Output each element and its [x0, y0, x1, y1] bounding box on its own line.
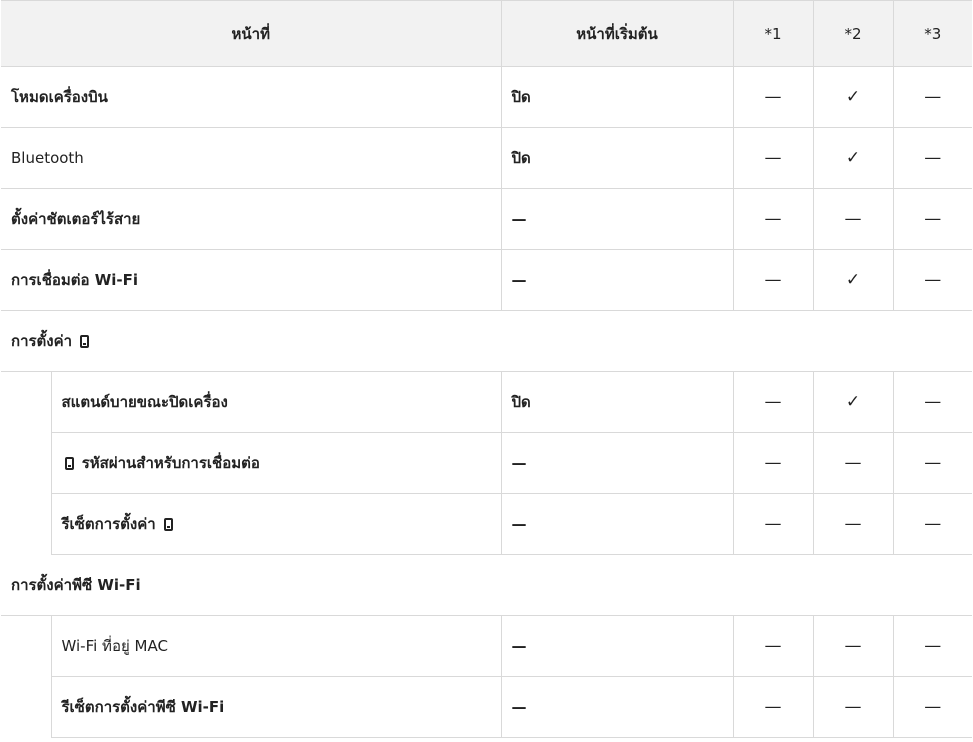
row-name: ตั้งค่าชัตเตอร์ไร้สาย — [1, 188, 502, 250]
table-row: การเชื่อมต่อ Wi-Fi — — ✓ — — [1, 249, 973, 311]
row-default: — — [500, 432, 734, 494]
row-c1: — — [732, 66, 814, 128]
section-title: การตั้งค่าพีซี Wi-Fi — [1, 554, 973, 616]
table-row: รีเซ็ตการตั้งค่าพีซี Wi-Fi — — — — — [1, 676, 973, 738]
row-default: — — [500, 188, 734, 250]
row-name: การเชื่อมต่อ Wi-Fi — [1, 249, 502, 311]
table-row: โหมดเครื่องบิน ปิด — ✓ — — [1, 66, 973, 128]
row-c3: — — [892, 188, 973, 250]
row-name: Bluetooth — [1, 127, 502, 189]
row-name: Wi-Fi ที่อยู่ MAC — [51, 615, 502, 677]
row-c2: ✓ — [812, 127, 894, 189]
row-c1: — — [732, 432, 814, 494]
row-c3: — — [892, 493, 973, 555]
row-c3: — — [892, 676, 973, 738]
section-title-text: การตั้งค่า — [11, 332, 73, 350]
row-c2: — — [812, 615, 894, 677]
header-function: หน้าที่ — [1, 0, 502, 67]
row-c2: — — [812, 676, 894, 738]
row-name-cell: รีเซ็ตการตั้งค่า — [51, 493, 502, 555]
header-default: หน้าที่เริ่มต้น — [500, 0, 734, 67]
row-c2: — — [812, 493, 894, 555]
table-row: Wi-Fi ที่อยู่ MAC — — — — — [1, 615, 973, 677]
indent-cell — [1, 676, 52, 738]
row-name: โหมดเครื่องบิน — [1, 66, 502, 128]
row-c1: — — [732, 127, 814, 189]
section-row: การตั้งค่าพีซี Wi-Fi — [1, 554, 973, 616]
indent-cell — [1, 432, 52, 494]
table-row: ตั้งค่าชัตเตอร์ไร้สาย — — — — — [1, 188, 973, 250]
row-c1: — — [732, 188, 814, 250]
row-c2: — — [812, 432, 894, 494]
row-name: รีเซ็ตการตั้งค่า — [61, 515, 156, 533]
row-default: — — [500, 493, 734, 555]
section-row: การตั้งค่า — [1, 310, 973, 372]
row-c1: — — [732, 371, 814, 433]
row-default: — — [500, 676, 734, 738]
row-name: รีเซ็ตการตั้งค่าพีซี Wi-Fi — [51, 676, 502, 738]
row-c3: — — [892, 615, 973, 677]
row-c1: — — [732, 676, 814, 738]
row-default: — — [500, 615, 734, 677]
table-header-row: หน้าที่ หน้าที่เริ่มต้น *1 *2 *3 — [1, 0, 973, 67]
row-name: สแตนด์บายขณะปิดเครื่อง — [51, 371, 502, 433]
header-c2: *2 — [812, 0, 894, 67]
table-row: สแตนด์บายขณะปิดเครื่อง ปิด — ✓ — — [1, 371, 973, 433]
row-default: ปิด — [500, 66, 734, 128]
row-c3: — — [892, 66, 973, 128]
row-c1: — — [732, 615, 814, 677]
row-name: รหัสผ่านสำหรับการเชื่อมต่อ — [81, 454, 260, 472]
row-c2: ✓ — [812, 66, 894, 128]
smartphone-icon — [163, 518, 173, 531]
indent-cell — [1, 371, 52, 433]
header-c1: *1 — [732, 0, 814, 67]
indent-cell — [1, 615, 52, 677]
row-default: ปิด — [500, 371, 734, 433]
table-row: รีเซ็ตการตั้งค่า — — — — — [1, 493, 973, 555]
row-c2: — — [812, 188, 894, 250]
row-c3: — — [892, 432, 973, 494]
settings-table: หน้าที่ หน้าที่เริ่มต้น *1 *2 *3 โหมดเคร… — [1, 0, 973, 738]
row-default: — — [500, 249, 734, 311]
row-c2: ✓ — [812, 249, 894, 311]
row-c3: — — [892, 371, 973, 433]
row-default: ปิด — [500, 127, 734, 189]
section-title: การตั้งค่า — [1, 310, 973, 372]
row-c3: — — [892, 127, 973, 189]
smartphone-icon — [64, 457, 74, 470]
indent-cell — [1, 493, 52, 555]
row-c1: — — [732, 249, 814, 311]
row-name-cell: รหัสผ่านสำหรับการเชื่อมต่อ — [51, 432, 502, 494]
table-row: รหัสผ่านสำหรับการเชื่อมต่อ — — — — — [1, 432, 973, 494]
row-c1: — — [732, 493, 814, 555]
row-c2: ✓ — [812, 371, 894, 433]
smartphone-icon — [80, 335, 90, 348]
header-c3: *3 — [892, 0, 973, 67]
table-row: Bluetooth ปิด — ✓ — — [1, 127, 973, 189]
row-c3: — — [892, 249, 973, 311]
